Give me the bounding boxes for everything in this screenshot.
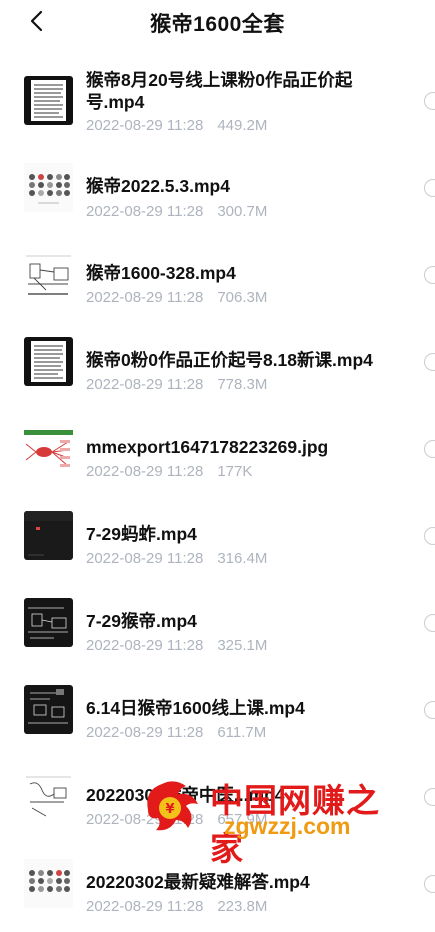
file-row[interactable]: 7-29蚂蚱.mp4 2022-08-29 11:28 316.4M — [0, 497, 435, 584]
file-date: 2022-08-29 11:28 — [86, 117, 204, 134]
mindmap-thumbnail — [24, 424, 73, 473]
avatar-grid-thumbnail — [24, 859, 73, 908]
select-radio[interactable] — [424, 353, 435, 371]
dragon-logo-icon: ¥ — [147, 781, 198, 831]
file-size: 611.7M — [217, 724, 267, 741]
file-size: 449.2M — [217, 117, 268, 134]
file-meta: 2022-08-29 11:28 177K — [86, 463, 252, 480]
select-radio[interactable] — [424, 266, 435, 284]
file-name: mmexport1647178223269.jpg — [86, 437, 329, 457]
file-name: 20220302最新疑难解答.mp4 — [86, 872, 310, 892]
file-name: 7-29蚂蚱.mp4 — [86, 524, 197, 544]
select-radio[interactable] — [424, 179, 435, 197]
file-date: 2022-08-29 11:28 — [86, 724, 204, 741]
nav-bar: 猴帝1600全套 — [0, 0, 435, 44]
file-row[interactable]: 猴帝2022.5.3.mp4 2022-08-29 11:28 300.7M — [0, 149, 435, 236]
file-size: 778.3M — [217, 376, 268, 393]
file-date: 2022-08-29 11:28 — [86, 637, 204, 654]
select-radio[interactable] — [424, 614, 435, 632]
avatar-grid-thumbnail — [24, 163, 73, 212]
file-row[interactable]: mmexport1647178223269.jpg 2022-08-29 11:… — [0, 410, 435, 497]
select-radio[interactable] — [424, 527, 435, 545]
dark-video-thumbnail — [24, 511, 73, 560]
file-meta: 2022-08-29 11:28 778.3M — [86, 376, 267, 393]
file-size: 316.4M — [217, 550, 268, 567]
file-date: 2022-08-29 11:28 — [86, 289, 204, 306]
file-size: 177K — [217, 463, 253, 480]
select-radio[interactable] — [424, 788, 435, 806]
select-radio[interactable] — [424, 875, 435, 893]
sketch-thumbnail — [24, 250, 73, 299]
file-size: 223.8M — [217, 898, 268, 915]
file-meta: 2022-08-29 11:28 316.4M — [86, 550, 267, 567]
file-size: 325.1M — [217, 637, 268, 654]
file-meta: 2022-08-29 11:28 300.7M — [86, 203, 267, 220]
file-meta: 2022-08-29 11:28 611.7M — [86, 724, 266, 741]
dark-diagram-thumbnail — [24, 598, 73, 647]
file-meta: 2022-08-29 11:28 325.1M — [86, 637, 267, 654]
file-date: 2022-08-29 11:28 — [86, 463, 204, 480]
file-name: 猴帝0粉0作品正价起号8.18新课.mp4 — [86, 350, 373, 370]
file-size: 300.7M — [217, 203, 268, 220]
document-thumbnail — [24, 337, 73, 386]
page-title: 猴帝1600全套 — [150, 13, 285, 36]
file-name: 猴帝1600-328.mp4 — [86, 263, 236, 283]
file-name: 猴帝2022.5.3.mp4 — [86, 176, 230, 196]
svg-text:¥: ¥ — [165, 802, 174, 817]
file-row[interactable]: 6.14日猴帝1600线上课.mp4 2022-08-29 11:28 611.7… — [0, 671, 435, 758]
select-radio[interactable] — [424, 701, 435, 719]
file-meta: 2022-08-29 11:28 223.8M — [86, 898, 267, 915]
file-name: 6.14日猴帝1600线上课.mp4 — [86, 698, 305, 718]
file-date: 2022-08-29 11:28 — [86, 550, 204, 567]
file-name: 7-29猴帝.mp4 — [86, 611, 197, 631]
file-row[interactable]: 猴帝0粉0作品正价起号8.18新课.mp4 2022-08-29 11:28 77… — [0, 323, 435, 410]
file-date: 2022-08-29 11:28 — [86, 898, 204, 915]
file-date: 2022-08-29 11:28 — [86, 376, 204, 393]
watermark: ¥ 中国网赚之家 zgwzzj.com — [140, 772, 380, 868]
select-radio[interactable] — [424, 440, 435, 458]
file-size: 706.3M — [217, 289, 268, 306]
file-row[interactable]: 7-29猴帝.mp4 2022-08-29 11:28 325.1M — [0, 584, 435, 671]
select-radio[interactable] — [424, 92, 435, 110]
file-date: 2022-08-29 11:28 — [86, 203, 204, 220]
document-thumbnail — [24, 76, 73, 125]
dark-diagram-thumbnail — [24, 685, 73, 734]
file-meta: 2022-08-29 11:28 706.3M — [86, 289, 267, 306]
file-row[interactable]: 猴帝8月20号线上课粉0作品正价起号.mp4 2022-08-29 11:28 4… — [0, 62, 435, 149]
watermark-url: zgwzzj.com — [224, 813, 351, 839]
file-meta: 2022-08-29 11:28 449.2M — [86, 117, 267, 134]
sketch-thumbnail — [24, 772, 73, 821]
file-row[interactable]: 猴帝1600-328.mp4 2022-08-29 11:28 706.3M — [0, 236, 435, 323]
file-name: 猴帝8月20号线上课粉0作品正价起号.mp4 — [86, 70, 353, 112]
